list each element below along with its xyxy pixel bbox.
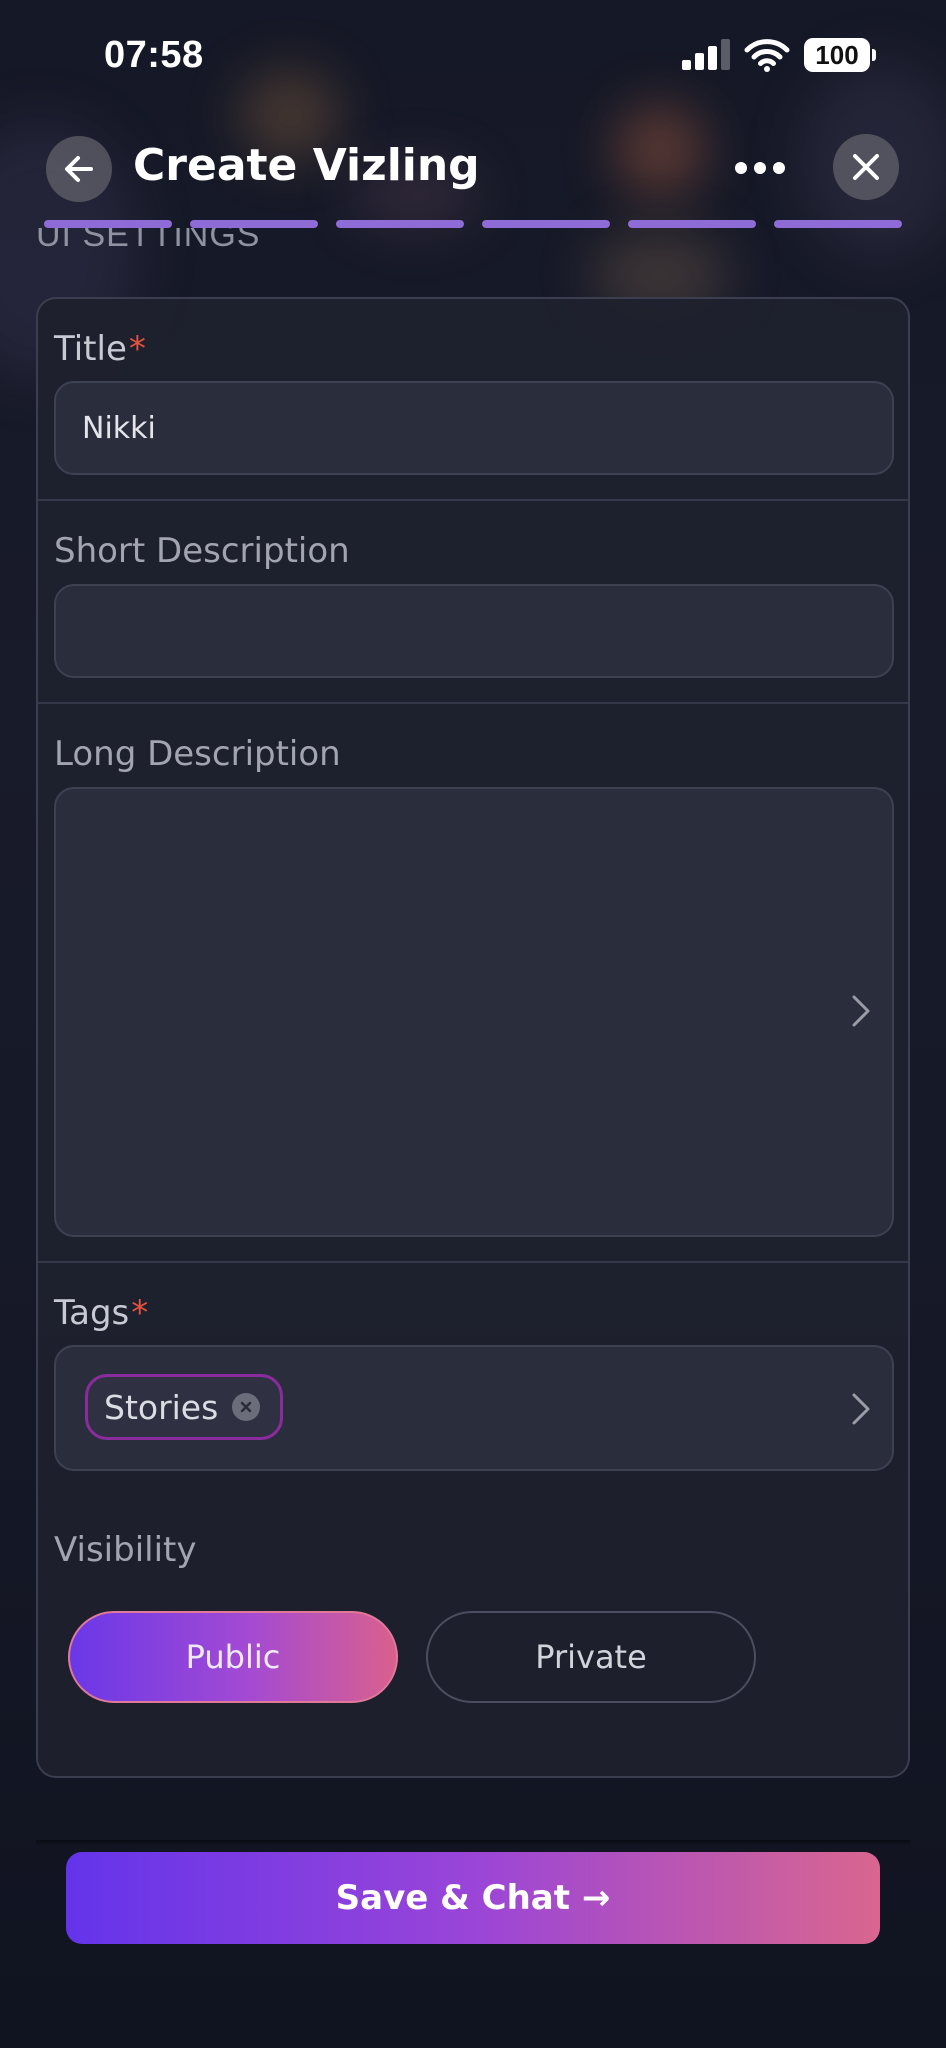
battery-tip [872, 49, 876, 61]
long-description-label: Long Description [54, 734, 341, 774]
title-label: Title* [54, 329, 146, 369]
battery-icon: 100 [804, 38, 876, 72]
battery-level: 100 [815, 39, 859, 70]
status-time: 07:58 [104, 34, 204, 76]
form-card: Title* Short Description Long Descriptio… [36, 297, 910, 1778]
tag-remove-icon[interactable] [232, 1393, 261, 1421]
progress-step [774, 220, 902, 228]
bottom-bar-shadow [36, 1840, 910, 1846]
tag-chip[interactable]: Stories [85, 1374, 284, 1440]
short-description-input[interactable] [56, 586, 892, 676]
save-chat-button[interactable]: Save & Chat → [66, 1852, 880, 1944]
chevron-right-icon [852, 995, 870, 1027]
divider [38, 702, 908, 704]
visibility-public-button[interactable]: Public [68, 1611, 398, 1703]
title-field[interactable] [54, 381, 894, 475]
short-description-field[interactable] [54, 584, 894, 678]
divider [38, 1261, 908, 1263]
close-icon [853, 154, 879, 180]
title-label-text: Title [54, 329, 127, 369]
progress-step [628, 220, 756, 228]
progress-step [44, 220, 172, 228]
backdrop-blur [615, 105, 705, 195]
wifi-icon [744, 39, 790, 72]
section-heading-text: UI SETTINGS [36, 228, 261, 254]
tag-label: Stories [104, 1387, 219, 1427]
tags-label-text: Tags [54, 1293, 130, 1333]
chevron-right-icon [852, 1393, 870, 1425]
title-input[interactable] [56, 383, 892, 473]
screen: 07:58 100 Create Vizling UI SETTINGS Tit… [0, 0, 946, 2048]
short-description-label: Short Description [54, 531, 350, 571]
progress-steps [44, 220, 902, 228]
page-title: Create Vizling [133, 140, 480, 191]
divider [38, 499, 908, 501]
tags-label: Tags* [54, 1293, 148, 1333]
tags-field[interactable]: Stories [54, 1345, 894, 1471]
visibility-private-button[interactable]: Private [426, 1611, 756, 1703]
visibility-label: Visibility [54, 1530, 197, 1570]
more-dots-icon [735, 162, 785, 174]
back-button[interactable] [46, 136, 112, 202]
progress-step [482, 220, 610, 228]
more-options-button[interactable] [732, 150, 788, 186]
back-arrow-icon [65, 156, 93, 182]
battery-body: 100 [804, 38, 870, 72]
required-mark: * [128, 329, 146, 369]
progress-step [336, 220, 464, 228]
signal-icon [682, 39, 730, 70]
close-icon [241, 1401, 252, 1413]
progress-step [190, 220, 318, 228]
section-heading: UI SETTINGS [36, 228, 436, 262]
close-button[interactable] [833, 134, 899, 200]
required-mark: * [131, 1293, 149, 1333]
long-description-field[interactable] [54, 787, 894, 1237]
